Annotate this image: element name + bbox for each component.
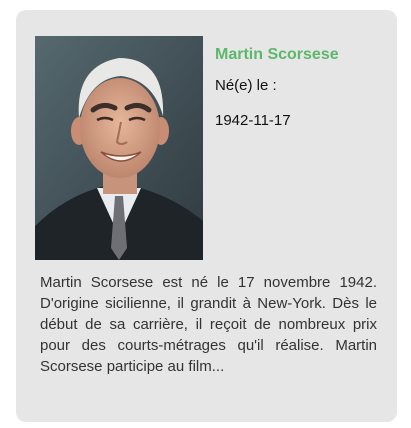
person-info: Martin Scorsese Né(e) le : 1942-11-17	[215, 43, 397, 132]
person-card: Martin Scorsese Né(e) le : 1942-11-17 Ma…	[16, 10, 397, 422]
person-photo[interactable]	[35, 36, 203, 260]
birth-date-value: 1942-11-17	[215, 112, 291, 129]
person-biography: Martin Scorsese est né le 17 novembre 19…	[40, 274, 377, 375]
portrait-photo-icon	[35, 36, 203, 260]
person-name[interactable]: Martin Scorsese	[215, 43, 397, 67]
birth-date-label: Né(e) le :	[215, 77, 277, 94]
